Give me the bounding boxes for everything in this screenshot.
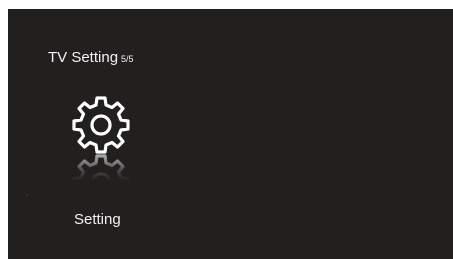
left-arrow-icon[interactable]: ‹ <box>26 192 28 199</box>
screen-header: TV Setting 5/5 <box>48 49 134 66</box>
menu-item-setting[interactable]: Setting <box>56 89 146 239</box>
page-indicator: 5/5 <box>121 54 134 64</box>
gear-icon <box>65 94 137 154</box>
menu-item-label: Setting <box>74 211 121 228</box>
page-title: TV Setting <box>48 49 119 66</box>
tv-screen: TV Setting 5/5 ‹ Setting <box>8 9 453 259</box>
gear-reflection <box>65 154 137 214</box>
